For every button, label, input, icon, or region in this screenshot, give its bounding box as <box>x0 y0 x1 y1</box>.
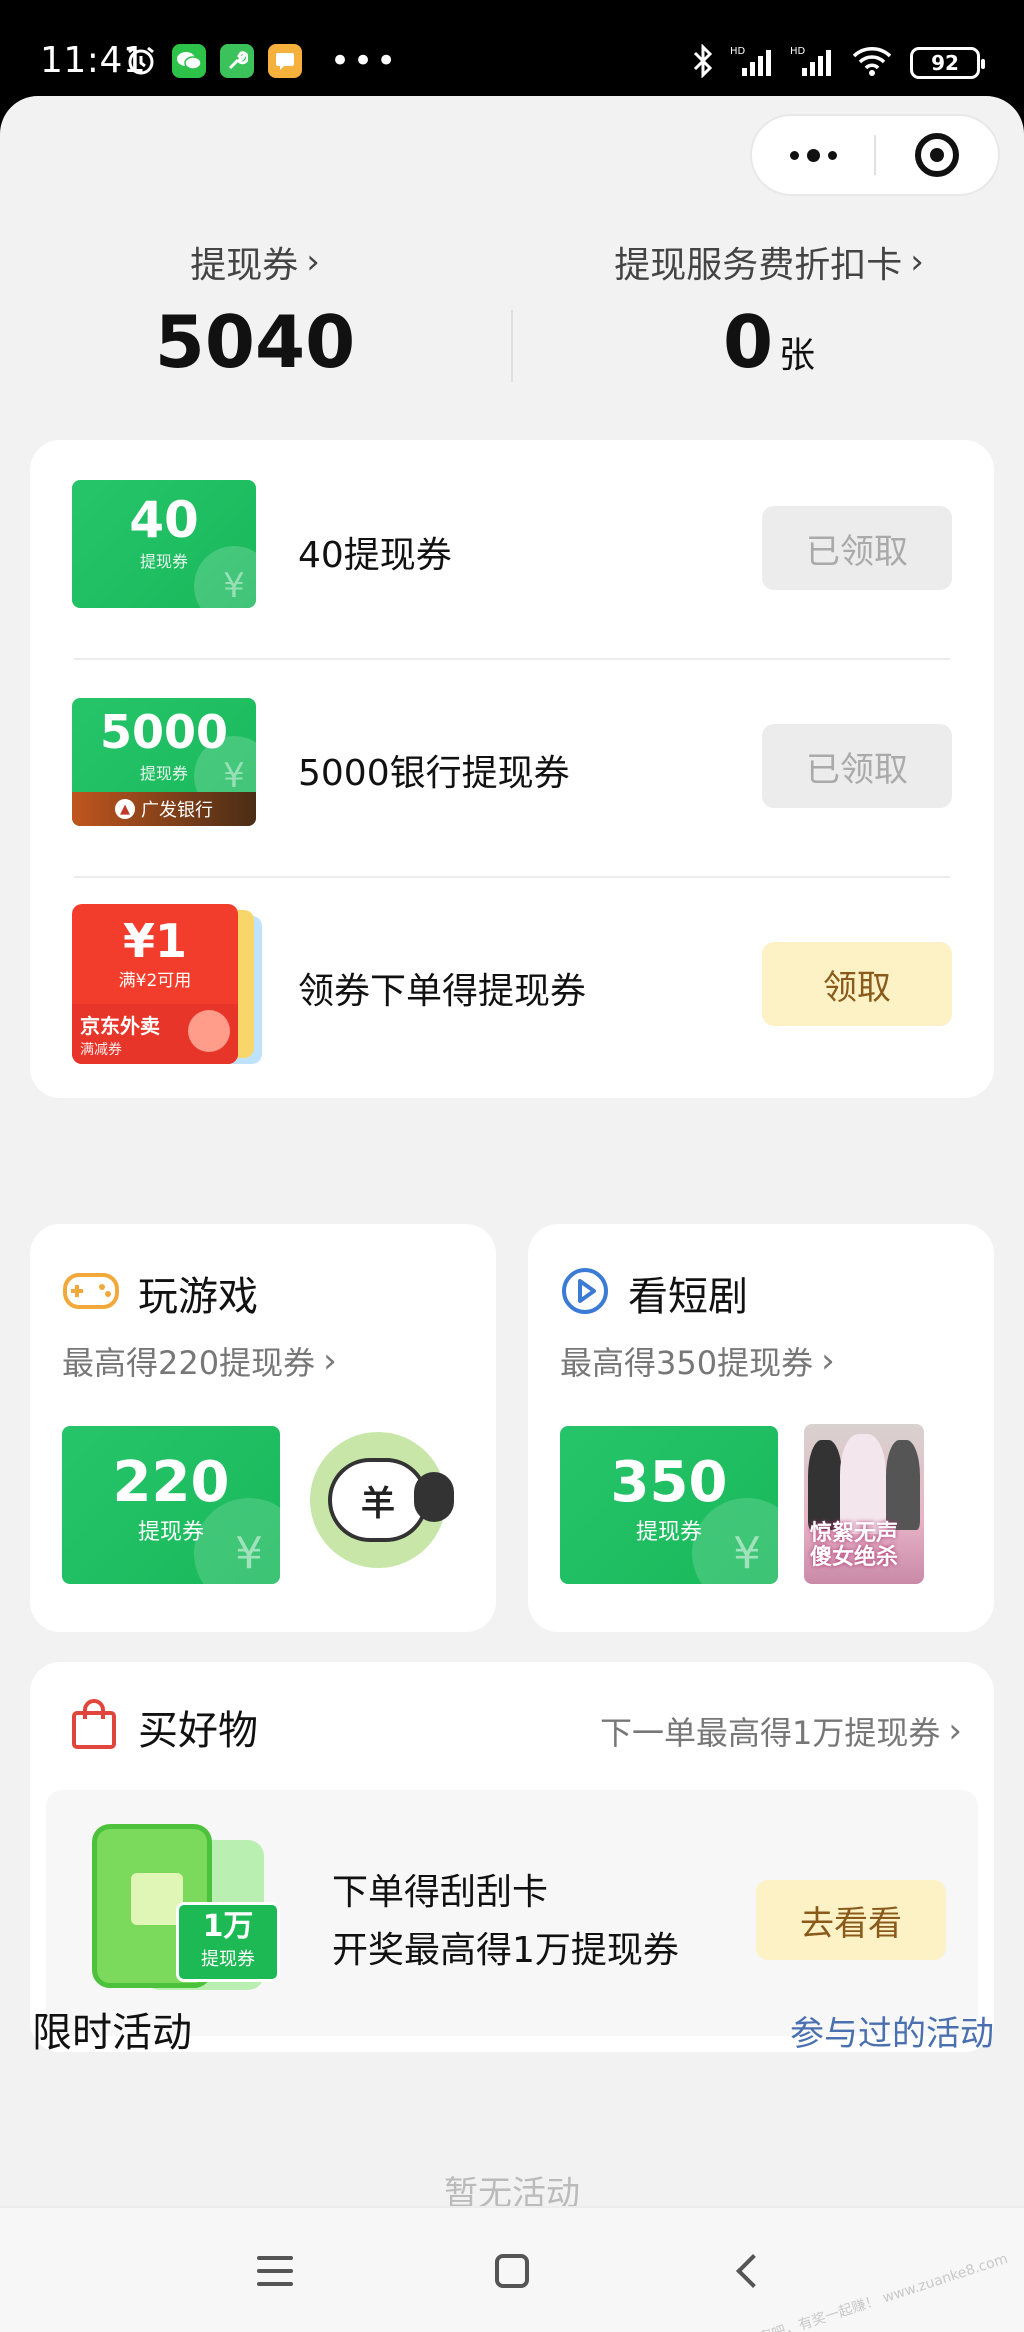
bank-logo-icon: ▲ <box>115 799 135 819</box>
discount-card-unit: 张 <box>779 335 816 376</box>
system-navigation-bar: 赚客吧，有奖一起赚！ www.zuanke8.com <box>0 2206 1024 2332</box>
activity-ticket-image: 350 提现券 ¥ <box>560 1426 778 1584</box>
svg-text:HD: HD <box>730 46 746 57</box>
shopping-bag-icon <box>70 1699 118 1755</box>
scratch-card-line1: 下单得刮刮卡 <box>332 1872 549 1913</box>
more-notifications-icon: ••• <box>330 41 400 81</box>
target-icon <box>915 133 959 177</box>
signal-hd-icon: HD <box>730 44 774 82</box>
back-button[interactable] <box>688 2208 808 2332</box>
battery-icon: 92 <box>910 47 985 79</box>
withdrawal-coupon-page: 提现券 › 5040 提现服务费折扣卡 › 0张 40 提现券 ¥ 40提现券 已领… <box>0 96 1024 2332</box>
scratch-card-line2: 开奖最高得1万提现券 <box>332 1930 679 1971</box>
ticket-value: 40 <box>129 491 199 549</box>
sheep-game-icon: 羊 <box>310 1432 454 1568</box>
activity-subtitle: 最高得350提现券 <box>560 1344 814 1382</box>
signal-hd-icon: HD <box>790 44 834 82</box>
ticket-value: ¥1 <box>122 914 187 968</box>
chevron-right-icon: › <box>323 1341 337 1381</box>
back-icon <box>736 2254 770 2288</box>
chevron-right-icon: › <box>910 242 924 282</box>
drama-activity-card[interactable]: 看短剧 最高得350提现券 › 350 提现券 ¥ 惊絮无声 傻女绝杀 <box>528 1224 994 1632</box>
poster-title: 惊絮无声 傻女绝杀 <box>810 1521 899 1570</box>
status-system-icons: HD HD 92 <box>692 43 985 82</box>
claimed-button[interactable]: 已领取 <box>762 506 952 590</box>
chevron-right-icon: › <box>948 1711 962 1751</box>
bluetooth-icon <box>692 43 714 82</box>
activity-subtitle: 最高得220提现券 <box>62 1344 316 1382</box>
more-menu-button[interactable] <box>752 148 874 162</box>
shopping-link-text: 下一单最高得1万提现券 <box>600 1714 941 1752</box>
ticket-sub: 满¥2可用 <box>118 971 192 991</box>
chevron-right-icon: › <box>306 242 320 282</box>
go-see-button[interactable]: 去看看 <box>756 1880 946 1960</box>
coupon-ticket-image: 40 提现券 ¥ <box>72 480 256 608</box>
bank-name: 广发银行 <box>141 800 213 821</box>
status-bar: 11:41 ••• HD HD 92 <box>0 0 1024 96</box>
message-app-icon <box>268 44 302 78</box>
joined-activities-link[interactable]: 参与过的活动 <box>790 2006 994 2055</box>
status-notification-icons: ••• <box>124 44 399 78</box>
close-miniprogram-button[interactable] <box>876 133 998 177</box>
dot-icon <box>827 150 837 160</box>
wechat-icon <box>172 44 206 78</box>
claimed-button[interactable]: 已领取 <box>762 724 952 808</box>
activity-ticket-image: 220 提现券 ¥ <box>62 1426 280 1584</box>
shopping-card: 买好物 下一单最高得1万提现券 › 1万 提现券 下单得刮刮卡 开奖最高得1万提现… <box>30 1662 994 2052</box>
activity-title: 玩游戏 <box>138 1274 258 1320</box>
activity-title: 看短剧 <box>628 1274 748 1320</box>
battery-level: 92 <box>931 51 959 75</box>
summary-divider <box>511 310 513 382</box>
menu-icon <box>257 2256 293 2286</box>
shopping-title: 买好物 <box>138 1708 258 1754</box>
tool-app-icon <box>220 44 254 78</box>
drama-poster-image: 惊絮无声 傻女绝杀 <box>804 1424 924 1584</box>
game-activity-card[interactable]: 玩游戏 最高得220提现券 › 220 提现券 ¥ 羊 <box>30 1224 496 1632</box>
badge-value: 1万 <box>202 1909 254 1944</box>
withdrawal-coupon-label: 提现券 <box>190 245 299 286</box>
play-icon <box>560 1266 610 1320</box>
chevron-right-icon: › <box>821 1341 835 1381</box>
wifi-icon <box>850 44 894 82</box>
coupon-row: 40 提现券 ¥ 40提现券 已领取 <box>30 440 994 658</box>
limited-activity-title: 限时活动 <box>32 2010 192 2056</box>
shopping-link[interactable]: 下一单最高得1万提现券 › <box>600 1708 962 1754</box>
coupon-title: 5000银行提现券 <box>298 753 570 794</box>
discount-card-label: 提现服务费折扣卡 <box>614 245 903 286</box>
coupon-row: 5000 提现券 ¥ ▲ 广发银行 5000银行提现券 已领取 <box>30 658 994 876</box>
reward-badge: 1万 提现券 <box>176 1902 280 1982</box>
svg-text:HD: HD <box>790 46 806 57</box>
jd-mascot-icon <box>188 1010 230 1052</box>
menu-button[interactable] <box>215 2208 335 2332</box>
discount-card-summary[interactable]: 提现服务费折扣卡 › 0张 <box>514 236 1024 384</box>
discount-card-count: 0 <box>722 300 774 384</box>
coupon-list-card: 40 提现券 ¥ 40提现券 已领取 5000 提现券 ¥ ▲ 广发银行 500… <box>30 440 994 1098</box>
gamepad-icon <box>62 1269 120 1317</box>
scratch-card-illustration: 1万 提现券 <box>92 1820 282 2010</box>
claim-button[interactable]: 领取 <box>762 942 952 1026</box>
home-button[interactable] <box>452 2208 572 2332</box>
withdrawal-coupon-count: 5040 <box>154 300 356 384</box>
coupon-row: ¥1 满¥2可用 京东外卖 满减券 领券下单得提现券 领取 <box>30 876 994 1094</box>
withdrawal-coupon-summary[interactable]: 提现券 › 5040 <box>0 236 510 384</box>
sheep-label: 羊 <box>361 1483 395 1524</box>
dot-icon <box>789 150 799 160</box>
coupon-title: 领券下单得提现券 <box>298 971 587 1012</box>
alarm-icon <box>124 44 158 78</box>
coupon-ticket-image: ¥1 满¥2可用 京东外卖 满减券 <box>72 904 262 1064</box>
bank-strip: ▲ 广发银行 <box>72 792 256 826</box>
miniprogram-capsule <box>750 114 1000 196</box>
home-icon <box>495 2254 529 2288</box>
coupon-summary: 提现券 › 5040 提现服务费折扣卡 › 0张 <box>0 236 1024 384</box>
badge-sub: 提现券 <box>201 1949 255 1970</box>
coupon-ticket-image: 5000 提现券 ¥ ▲ 广发银行 <box>72 698 256 826</box>
coupon-title: 40提现券 <box>298 535 452 576</box>
dot-icon <box>806 148 820 162</box>
jd-takeout-strip: 京东外卖 满减券 <box>72 1004 238 1064</box>
